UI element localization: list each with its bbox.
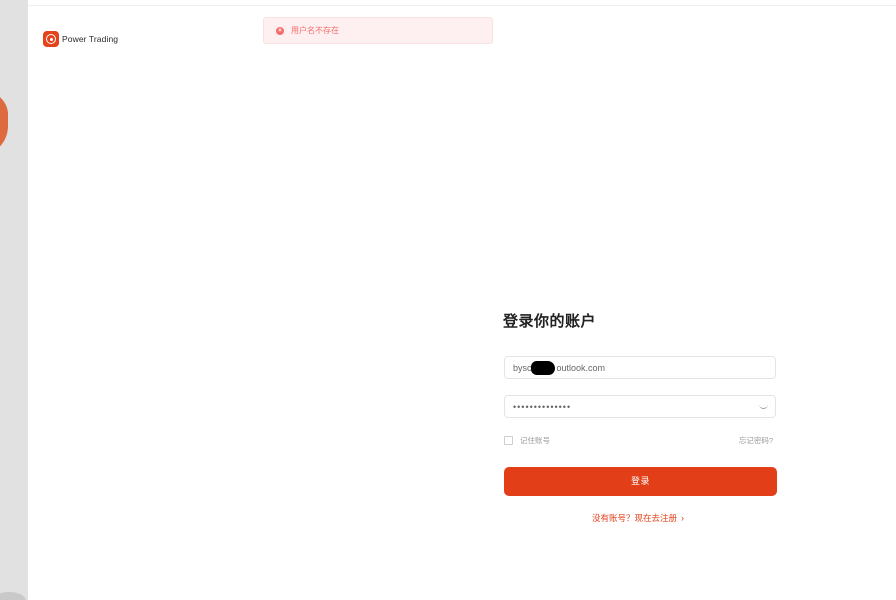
chevron-right-icon: › bbox=[681, 513, 685, 523]
login-title: 登录你的账户 bbox=[503, 313, 597, 330]
redaction-mark bbox=[531, 361, 555, 375]
brand-name: Power Trading bbox=[62, 34, 119, 44]
brand-logo[interactable]: Power Trading bbox=[43, 31, 118, 47]
password-field-wrapper[interactable] bbox=[504, 395, 776, 418]
remember-checkbox[interactable] bbox=[504, 436, 513, 445]
password-input[interactable] bbox=[505, 396, 775, 417]
decor-shape bbox=[0, 92, 8, 156]
error-toast: × 用户名不存在 bbox=[263, 17, 493, 44]
close-circle-icon: × bbox=[276, 26, 284, 35]
remember-account[interactable]: 记住账号 bbox=[504, 435, 550, 446]
top-border bbox=[28, 0, 896, 6]
register-label: 没有账号？现在去注册 bbox=[592, 513, 678, 523]
left-decor-panel bbox=[0, 0, 28, 600]
toast-message: 用户名不存在 bbox=[291, 26, 339, 35]
register-link[interactable]: 没有账号？现在去注册 › bbox=[592, 512, 684, 524]
login-button[interactable]: 登录 bbox=[504, 467, 777, 496]
remember-label: 记住账号 bbox=[520, 436, 550, 445]
target-logo-icon bbox=[43, 31, 59, 47]
email-field-wrapper[interactable] bbox=[504, 356, 776, 379]
forgot-password-link[interactable]: 忘记密码? bbox=[739, 435, 773, 446]
decor-corner bbox=[0, 592, 26, 600]
